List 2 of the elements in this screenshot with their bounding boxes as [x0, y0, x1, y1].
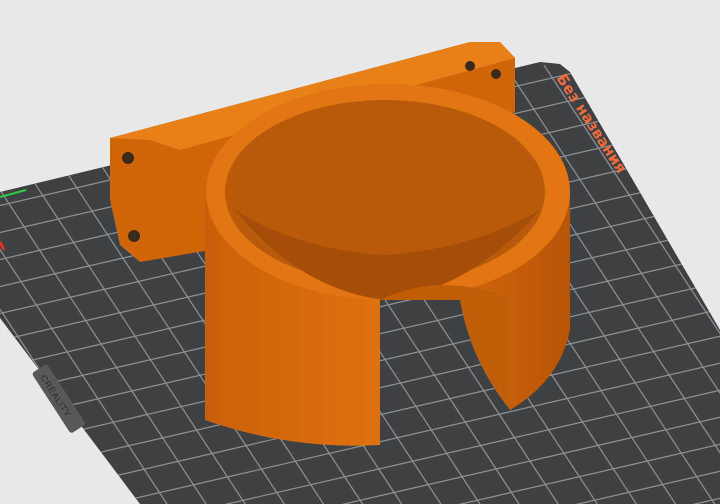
axis-marker	[0, 241, 6, 251]
axis-marker	[0, 189, 26, 198]
